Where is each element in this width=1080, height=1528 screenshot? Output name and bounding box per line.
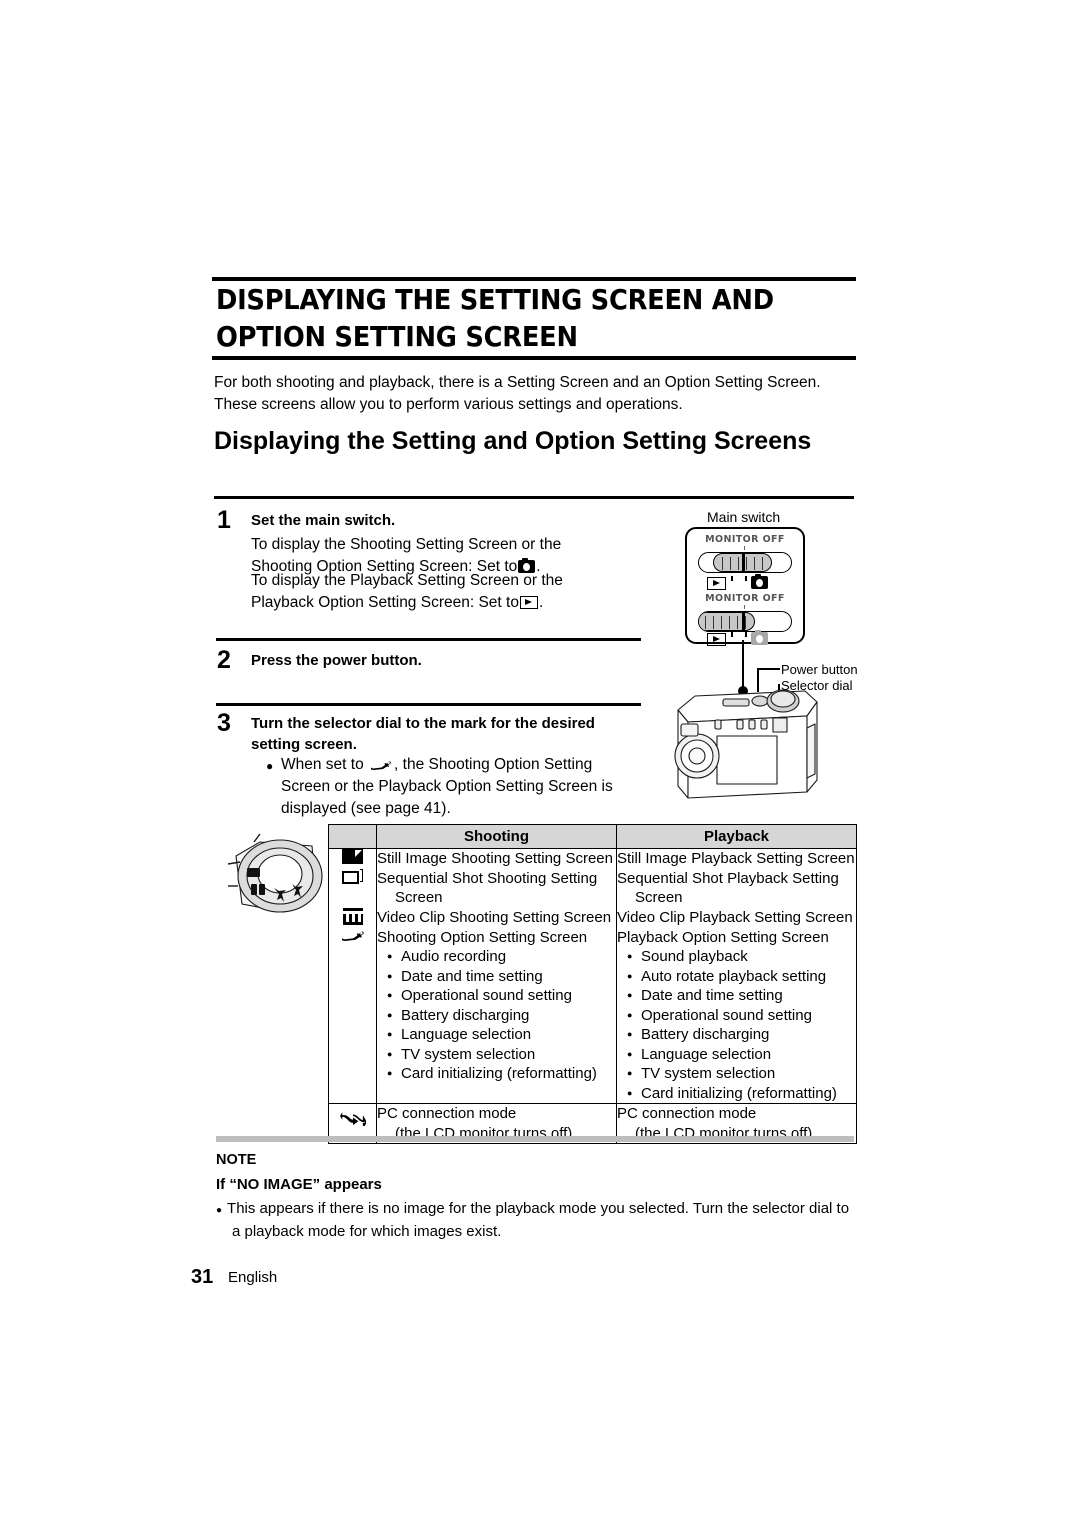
note-divider — [216, 1136, 854, 1142]
page-language: English — [228, 1269, 278, 1286]
section-title: Displaying the Setting and Option Settin… — [214, 427, 812, 455]
cell-shooting-seq-text: Sequential Shot Shooting Setting Screen — [377, 869, 598, 907]
cell-playback-seq-text: Sequential Shot Playback Setting Screen — [617, 869, 839, 907]
page-title: DISPLAYING THE SETTING SCREEN AND OPTION… — [216, 283, 774, 353]
leader-line-power-button — [758, 668, 780, 670]
video-clip-icon — [342, 907, 363, 925]
cell-playback-video: Video Clip Playback Setting Screen — [616, 907, 857, 928]
list-item: Language selection — [627, 1045, 856, 1065]
table-row: Video Clip Shooting Setting Screen Video… — [328, 907, 857, 928]
step-3-rule — [216, 703, 641, 706]
switch-tick-lower — [744, 605, 745, 609]
list-item: Sound playback — [627, 947, 856, 967]
list-item: Battery discharging — [627, 1025, 856, 1045]
playback-option-bullets: Sound playback Auto rotate playback sett… — [617, 947, 856, 1103]
step-3-title: Turn the selector dial to the mark for t… — [251, 715, 595, 753]
table-row: Sequential Shot Shooting Setting Screen … — [328, 868, 857, 908]
row-icon-cell-video — [328, 907, 377, 928]
cell-playback-option-title: Playback Option Setting Screen — [617, 928, 829, 946]
list-item: Card initializing (reformatting) — [627, 1084, 856, 1104]
cell-shooting-video: Video Clip Shooting Setting Screen — [376, 907, 617, 928]
table-header-shooting: Shooting — [376, 824, 617, 849]
power-button-label: Power button — [781, 662, 858, 677]
chapter-rule-bottom — [212, 356, 856, 360]
main-switch-upper[interactable] — [698, 552, 792, 573]
step-3-bullet-pre: When set to — [281, 756, 364, 773]
step-2-number: 2 — [217, 646, 231, 674]
switch-knob-lower[interactable] — [699, 612, 755, 631]
list-item: Language selection — [387, 1025, 616, 1045]
main-switch-diagram: MONITOR OFF MONITOR OFF — [685, 527, 805, 646]
list-item: TV system selection — [627, 1064, 856, 1084]
step-2-title: Press the power button. — [251, 652, 422, 669]
cell-playback-option: Playback Option Setting Screen Sound pla… — [616, 927, 857, 1104]
cell-shooting-option-title: Shooting Option Setting Screen — [377, 928, 588, 946]
monitor-off-label-upper: MONITOR OFF — [705, 534, 785, 545]
still-image-icon — [342, 849, 363, 864]
table-header-icon — [328, 824, 377, 849]
page-number: 31 — [191, 1266, 214, 1288]
table-row: Shooting Option Setting Screen Audio rec… — [328, 927, 857, 1104]
leader-line-main-switch — [742, 640, 744, 688]
main-switch-lower[interactable] — [698, 611, 792, 632]
manual-page: DISPLAYING THE SETTING SCREEN AND OPTION… — [0, 0, 1080, 1528]
list-item: Operational sound setting — [387, 986, 616, 1006]
row-icon-cell-option — [328, 927, 377, 1104]
table-header-row: Shooting Playback — [328, 824, 857, 849]
list-item: Auto rotate playback setting — [627, 967, 856, 987]
step-1-title: Set the main switch. — [251, 512, 396, 529]
switch-tick-upper — [744, 546, 745, 550]
list-item: Date and time setting — [627, 986, 856, 1006]
row-icon-cell-still — [328, 848, 377, 869]
step-1-body-2-text: To display the Playback Setting Screen o… — [251, 572, 563, 611]
cell-shooting-pc-title: PC connection mode — [377, 1105, 517, 1122]
list-item: TV system selection — [387, 1045, 616, 1065]
monitor-off-label-lower: MONITOR OFF — [705, 593, 785, 604]
shooting-option-bullets: Audio recording Date and time setting Op… — [377, 947, 616, 1084]
section-rule — [214, 496, 854, 499]
note-heading: NOTE — [216, 1152, 257, 1168]
step-1-body-2-period: . — [538, 594, 544, 611]
main-switch-label: Main switch — [707, 509, 781, 525]
play-icon — [519, 596, 538, 609]
note-body: ● This appears if there is no image for t… — [216, 1198, 860, 1242]
camera-illustration — [674, 689, 818, 799]
row-icon-cell-seq — [328, 868, 377, 908]
wrench-icon — [341, 930, 364, 941]
cell-playback-seq: Sequential Shot Playback Setting Screen — [616, 868, 857, 908]
list-item: Card initializing (reformatting) — [387, 1064, 616, 1084]
play-icon-upper — [707, 577, 726, 590]
step-2-rule — [216, 638, 641, 641]
mode-table: Shooting Playback Still Image Shooting S… — [328, 824, 857, 1144]
list-item: Date and time setting — [387, 967, 616, 987]
table-row: Still Image Shooting Setting Screen Stil… — [328, 848, 857, 869]
selector-dial-illustration — [227, 833, 323, 913]
bullet-dot-icon: ● — [266, 759, 274, 773]
cell-shooting-seq: Sequential Shot Shooting Setting Screen — [376, 868, 617, 908]
cell-shooting-option: Shooting Option Setting Screen Audio rec… — [376, 927, 617, 1104]
cell-playback-pc-title: PC connection mode — [617, 1105, 757, 1122]
camera-icon-upper — [751, 573, 768, 589]
note-body-text: This appears if there is no image for th… — [227, 1200, 850, 1240]
cell-playback-still: Still Image Playback Setting Screen — [616, 848, 857, 869]
step-1-body-2: To display the Playback Setting Screen o… — [251, 570, 611, 614]
sequential-shot-icon — [342, 868, 363, 885]
cell-shooting-still: Still Image Shooting Setting Screen — [376, 848, 617, 869]
bullet-dot-icon: ● — [216, 1205, 223, 1216]
camera-icon-lower — [751, 629, 768, 645]
step-3-bullet: ● When set to , the Shooting Option Setti… — [266, 754, 621, 820]
wrench-icon — [371, 761, 392, 770]
note-subheading: If “NO IMAGE” appears — [216, 1176, 382, 1193]
list-item: Operational sound setting — [627, 1006, 856, 1026]
table-header-playback: Playback — [616, 824, 857, 849]
list-item: Battery discharging — [387, 1006, 616, 1026]
play-icon-lower — [707, 633, 726, 646]
pc-connection-icon — [339, 1112, 366, 1126]
intro-paragraph: For both shooting and playback, there is… — [214, 374, 821, 413]
step-3-number: 3 — [217, 709, 231, 737]
list-item: Audio recording — [387, 947, 616, 967]
step-1-number: 1 — [217, 506, 231, 534]
